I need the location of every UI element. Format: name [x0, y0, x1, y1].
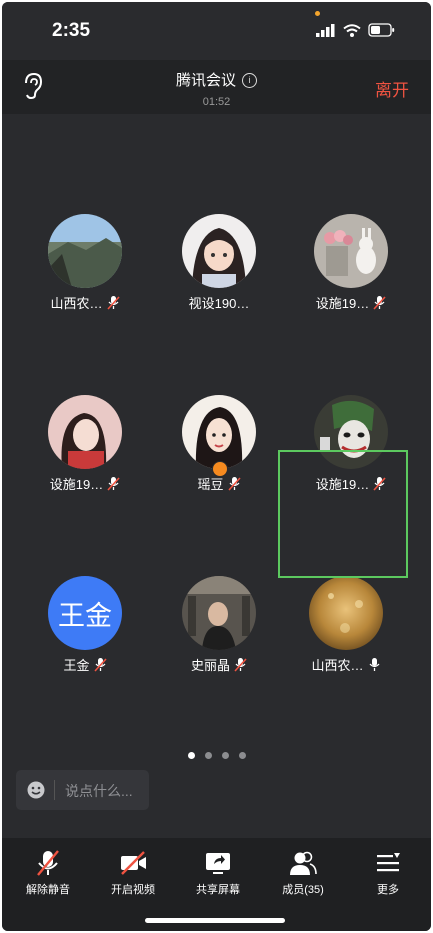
avatar [182, 576, 256, 650]
mic-muted-icon [107, 477, 120, 491]
page-dot [238, 752, 246, 759]
toolbar-label: 共享屏幕 [196, 884, 240, 896]
mic-muted-icon [37, 850, 59, 876]
avatar [182, 214, 256, 288]
chat-placeholder[interactable]: 说点什么... [65, 781, 133, 801]
avatar [314, 214, 388, 288]
participant-tile[interactable]: 设施19… [19, 383, 151, 513]
meeting-title: 腾讯会议 [175, 72, 236, 89]
avatar [182, 395, 256, 469]
toolbar-label: 解除静音 [26, 884, 70, 896]
meeting-duration: 01:52 [202, 96, 231, 108]
mic-muted-icon [227, 477, 241, 491]
phone-screen: 2:35 腾讯会议 i 01:52 离开 山西农… 视设190… 设施19… 设… [2, 2, 431, 931]
page-indicator[interactable] [2, 752, 431, 759]
participant-grid: 山西农… 视设190… 设施19… 设施19… 瑶豆 设施19… 王金 王金 史… [2, 114, 431, 714]
page-dot [204, 752, 212, 759]
start-video-button[interactable]: 开启视频 [93, 848, 173, 897]
avatar: 王金 [48, 576, 122, 650]
mic-muted-icon [373, 296, 386, 310]
participant-tile[interactable]: 视设190… [153, 202, 285, 332]
more-menu-icon [377, 853, 400, 872]
avatar [309, 576, 383, 650]
share-screen-icon [206, 853, 230, 874]
share-screen-button[interactable]: 共享屏幕 [178, 848, 258, 897]
active-speaker-frame [278, 450, 408, 578]
page-dot-current [187, 752, 195, 759]
video-off-icon [121, 851, 146, 875]
participant-name: 视设190… [188, 296, 250, 311]
mic-muted-icon [106, 296, 120, 310]
page-dot [221, 752, 229, 759]
participant-tile[interactable]: 设施19… [285, 202, 417, 332]
members-icon [290, 851, 317, 875]
participant-tile[interactable]: 瑶豆 [153, 383, 285, 513]
status-bar: 2:35 [2, 2, 431, 60]
info-icon[interactable]: i [242, 73, 257, 88]
chat-divider [54, 780, 55, 800]
meeting-title-block: 腾讯会议 i 01:52 [2, 69, 431, 108]
unmute-button[interactable]: 解除静音 [8, 848, 88, 897]
wifi-icon [343, 23, 361, 37]
participant-tile-active[interactable]: 山西农… [280, 564, 412, 694]
toolbar-label: 更多 [377, 884, 399, 896]
chat-input-box[interactable]: 说点什么... [16, 770, 149, 810]
participant-tile[interactable]: 王金 王金 [19, 564, 151, 694]
toolbar-label: 开启视频 [111, 884, 155, 896]
participant-name: 瑶豆 [197, 477, 224, 492]
toolbar-label: 成员(35) [282, 884, 324, 896]
signal-icon [316, 23, 335, 37]
participant-name: 史丽晶 [190, 658, 230, 673]
participant-tile[interactable]: 史丽晶 [153, 564, 285, 694]
participant-name: 山西农… [50, 296, 103, 311]
meeting-header: 腾讯会议 i 01:52 离开 [2, 60, 431, 114]
avatar [48, 214, 122, 288]
mic-muted-icon [93, 658, 107, 672]
avatar [48, 395, 122, 469]
mic-active-icon [369, 658, 379, 671]
leave-button[interactable]: 离开 [375, 76, 409, 101]
battery-icon [368, 23, 395, 37]
more-button[interactable]: 更多 [348, 848, 428, 897]
emoji-icon[interactable] [27, 781, 45, 799]
home-indicator[interactable] [145, 918, 285, 923]
participant-tile[interactable]: 山西农… [19, 202, 151, 332]
participant-name: 设施19… [315, 296, 370, 311]
participant-name: 设施19… [49, 477, 104, 492]
privacy-indicator-dot [315, 11, 320, 16]
mic-muted-icon [234, 658, 247, 672]
participant-name: 王金 [63, 658, 90, 673]
participant-name: 山西农… [311, 658, 364, 673]
status-time: 2:35 [52, 20, 91, 41]
members-button[interactable]: 成员(35) [263, 848, 343, 897]
